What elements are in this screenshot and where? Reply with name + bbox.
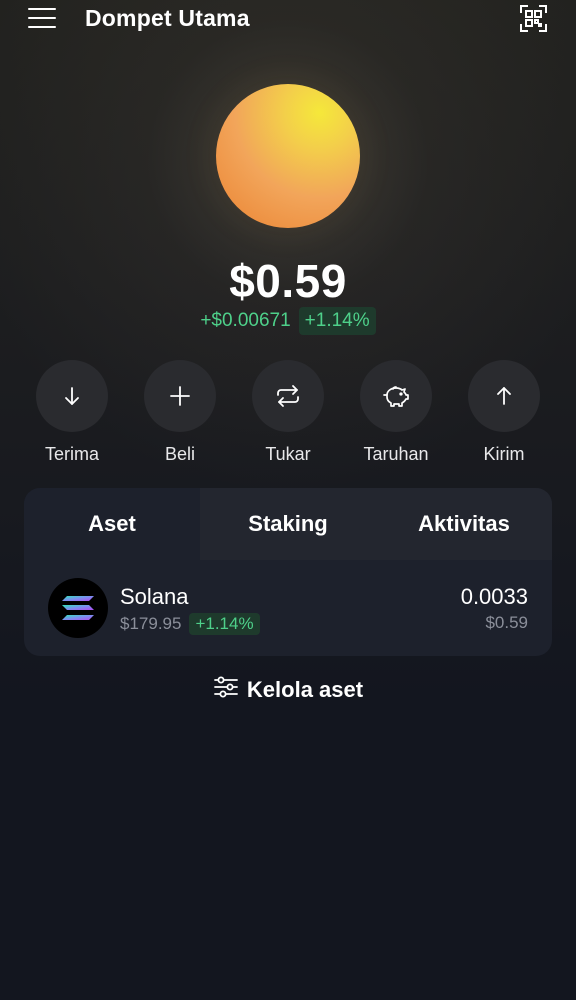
- token-price-row: $179.95 +1.14%: [120, 613, 260, 635]
- manage-assets-button[interactable]: Kelola aset: [0, 676, 576, 703]
- balance-change-row: +$0.00671 +1.14%: [0, 307, 576, 335]
- wallet-title[interactable]: Dompet Utama: [85, 5, 250, 32]
- balance-change-amount: +$0.00671: [200, 310, 291, 331]
- token-value: $0.59: [485, 613, 528, 632]
- sliders-icon: [213, 676, 239, 703]
- arrow-up-icon: [468, 360, 540, 432]
- token-amount: 0.0033: [460, 584, 528, 609]
- qr-scan-icon[interactable]: [520, 5, 547, 32]
- arrow-down-icon: [36, 360, 108, 432]
- app-header: Dompet Utama: [0, 0, 576, 40]
- swap-label: Tukar: [265, 444, 311, 464]
- send-button[interactable]: Kirim: [454, 360, 554, 465]
- buy-button[interactable]: Beli: [130, 360, 230, 465]
- tab-staking[interactable]: Staking: [200, 488, 376, 560]
- swap-button[interactable]: Tukar: [238, 360, 338, 465]
- stake-button[interactable]: Taruhan: [346, 360, 446, 465]
- total-balance: $0.59: [229, 255, 347, 307]
- plus-icon: [144, 360, 216, 432]
- solana-icon: [48, 578, 108, 638]
- swap-icon: [252, 360, 324, 432]
- tab-activity[interactable]: Aktivitas: [376, 488, 552, 560]
- balance-change-percent: +1.14%: [298, 307, 376, 335]
- action-bar: Terima Beli Tukar Taruhan Kirim: [0, 360, 576, 470]
- buy-label: Beli: [164, 444, 195, 464]
- receive-label: Terima: [44, 444, 99, 464]
- asset-tabs: Aset Staking Aktivitas: [24, 488, 552, 560]
- tab-assets[interactable]: Aset: [24, 488, 200, 560]
- manage-assets-label: Kelola aset: [246, 676, 364, 702]
- menu-icon[interactable]: [28, 6, 56, 30]
- assets-panel: Aset Staking Aktivitas Solana $179.95 +1…: [24, 488, 552, 656]
- send-label: Kirim: [483, 444, 525, 464]
- token-name: Solana: [120, 584, 189, 609]
- token-change-percent: +1.14%: [189, 613, 260, 635]
- token-price: $179.95: [120, 614, 182, 633]
- piggy-bank-icon: [360, 360, 432, 432]
- asset-row-solana[interactable]: Solana $179.95 +1.14% 0.0033 $0.59: [24, 560, 552, 656]
- wallet-avatar[interactable]: [216, 84, 360, 228]
- stake-label: Taruhan: [363, 444, 429, 464]
- receive-button[interactable]: Terima: [22, 360, 122, 465]
